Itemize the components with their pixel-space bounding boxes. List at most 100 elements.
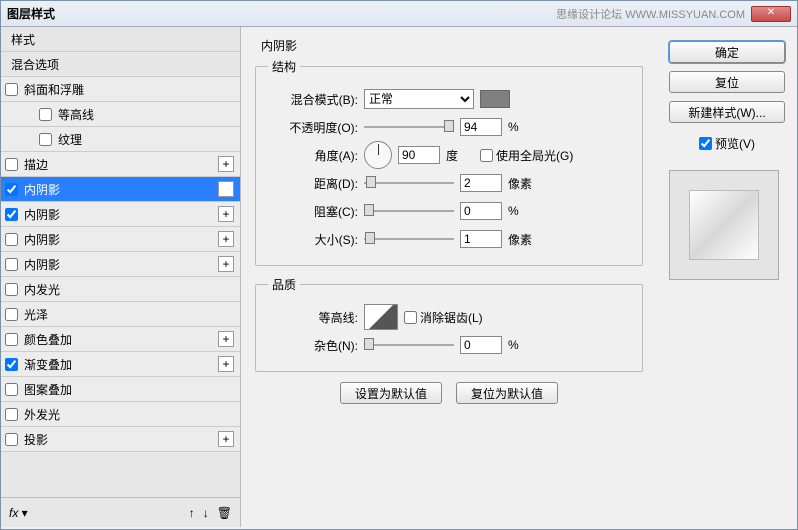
choke-unit: % (508, 204, 536, 218)
style-row[interactable]: 描边+ (1, 152, 240, 177)
style-list: 样式 混合选项 斜面和浮雕等高线纹理描边+内阴影+内阴影+内阴影+内阴影+内发光… (1, 27, 240, 497)
new-style-button[interactable]: 新建样式(W)... (669, 101, 785, 123)
angle-input[interactable] (398, 146, 440, 164)
structure-legend: 结构 (268, 58, 300, 75)
style-checkbox[interactable] (5, 208, 18, 221)
add-effect-icon[interactable]: + (218, 331, 234, 347)
contour-label: 等高线: (268, 309, 358, 326)
make-default-button[interactable]: 设置为默认值 (340, 382, 442, 404)
style-label: 等高线 (58, 106, 234, 123)
style-checkbox[interactable] (39, 108, 52, 121)
style-row[interactable]: 光泽 (1, 302, 240, 327)
opacity-unit: % (508, 120, 536, 134)
angle-dial[interactable] (364, 141, 392, 169)
style-row[interactable]: 渐变叠加+ (1, 352, 240, 377)
add-effect-icon[interactable]: + (218, 356, 234, 372)
blend-mode-label: 混合模式(B): (268, 91, 358, 108)
style-label: 投影 (24, 431, 218, 448)
style-row[interactable]: 纹理 (1, 127, 240, 152)
style-row[interactable]: 内阴影+ (1, 252, 240, 277)
titlebar[interactable]: 图层样式 思缘设计论坛 WWW.MISSYUAN.COM ✕ (1, 1, 797, 27)
style-label: 斜面和浮雕 (24, 81, 234, 98)
blending-options-row[interactable]: 混合选项 (1, 52, 240, 77)
style-checkbox[interactable] (5, 158, 18, 171)
size-input[interactable] (460, 230, 502, 248)
style-label: 内阴影 (24, 256, 218, 273)
cancel-button[interactable]: 复位 (669, 71, 785, 93)
style-label: 内阴影 (24, 181, 218, 198)
window-title: 图层样式 (7, 5, 556, 22)
style-row[interactable]: 内发光 (1, 277, 240, 302)
style-label: 光泽 (24, 306, 234, 323)
contour-picker[interactable] (364, 304, 398, 330)
preview-checkbox[interactable]: 预览(V) (669, 135, 785, 152)
distance-slider[interactable] (364, 176, 454, 190)
style-checkbox[interactable] (5, 83, 18, 96)
style-checkbox[interactable] (5, 258, 18, 271)
choke-input[interactable] (460, 202, 502, 220)
style-label: 颜色叠加 (24, 331, 218, 348)
choke-slider[interactable] (364, 204, 454, 218)
preview-box (669, 170, 779, 280)
style-row[interactable]: 图案叠加 (1, 377, 240, 402)
opacity-input[interactable] (460, 118, 502, 136)
blend-mode-select[interactable]: 正常 (364, 89, 474, 109)
add-effect-icon[interactable]: + (218, 181, 234, 197)
size-unit: 像素 (508, 231, 536, 248)
style-row[interactable]: 内阴影+ (1, 227, 240, 252)
add-effect-icon[interactable]: + (218, 231, 234, 247)
style-label: 内阴影 (24, 206, 218, 223)
watermark: 思缘设计论坛 WWW.MISSYUAN.COM (556, 6, 745, 22)
style-checkbox[interactable] (5, 433, 18, 446)
reset-default-button[interactable]: 复位为默认值 (456, 382, 558, 404)
ok-button[interactable]: 确定 (669, 41, 785, 63)
style-label: 描边 (24, 156, 218, 173)
add-effect-icon[interactable]: + (218, 256, 234, 272)
style-checkbox[interactable] (5, 358, 18, 371)
style-row[interactable]: 内阴影+ (1, 202, 240, 227)
options-panel: 内阴影 结构 混合模式(B): 正常 不透明度(O): (241, 27, 657, 527)
shadow-color-swatch[interactable] (480, 90, 510, 108)
style-row[interactable]: 颜色叠加+ (1, 327, 240, 352)
noise-input[interactable] (460, 336, 502, 354)
close-button[interactable]: ✕ (751, 6, 791, 22)
style-checkbox[interactable] (5, 283, 18, 296)
action-column: 确定 复位 新建样式(W)... 预览(V) (657, 27, 797, 527)
style-checkbox[interactable] (5, 408, 18, 421)
trash-icon[interactable]: 🗑 (217, 506, 232, 520)
style-row[interactable]: 斜面和浮雕 (1, 77, 240, 102)
style-row[interactable]: 等高线 (1, 102, 240, 127)
antialias-checkbox[interactable]: 消除锯齿(L) (404, 309, 483, 326)
styles-header[interactable]: 样式 (1, 27, 240, 52)
style-checkbox[interactable] (5, 333, 18, 346)
quality-group: 品质 等高线: 消除锯齿(L) 杂色(N): % (255, 276, 643, 372)
distance-label: 距离(D): (268, 175, 358, 192)
distance-unit: 像素 (508, 175, 536, 192)
style-label: 内发光 (24, 281, 234, 298)
style-checkbox[interactable] (5, 183, 18, 196)
style-row[interactable]: 外发光 (1, 402, 240, 427)
noise-slider[interactable] (364, 338, 454, 352)
add-effect-icon[interactable]: + (218, 156, 234, 172)
style-label: 内阴影 (24, 231, 218, 248)
style-checkbox[interactable] (5, 383, 18, 396)
quality-legend: 品质 (268, 276, 300, 293)
noise-unit: % (508, 338, 536, 352)
global-light-checkbox[interactable]: 使用全局光(G) (480, 147, 573, 164)
style-checkbox[interactable] (39, 133, 52, 146)
add-effect-icon[interactable]: + (218, 206, 234, 222)
choke-label: 阻塞(C): (268, 203, 358, 220)
structure-group: 结构 混合模式(B): 正常 不透明度(O): % (255, 58, 643, 266)
opacity-slider[interactable] (364, 120, 454, 134)
style-row[interactable]: 内阴影+ (1, 177, 240, 202)
distance-input[interactable] (460, 174, 502, 192)
style-checkbox[interactable] (5, 308, 18, 321)
size-label: 大小(S): (268, 231, 358, 248)
fx-icon[interactable]: fx ▾ (9, 506, 28, 520)
move-down-icon[interactable]: ↓ (203, 506, 209, 520)
style-row[interactable]: 投影+ (1, 427, 240, 452)
size-slider[interactable] (364, 232, 454, 246)
move-up-icon[interactable]: ↑ (189, 506, 195, 520)
add-effect-icon[interactable]: + (218, 431, 234, 447)
style-checkbox[interactable] (5, 233, 18, 246)
